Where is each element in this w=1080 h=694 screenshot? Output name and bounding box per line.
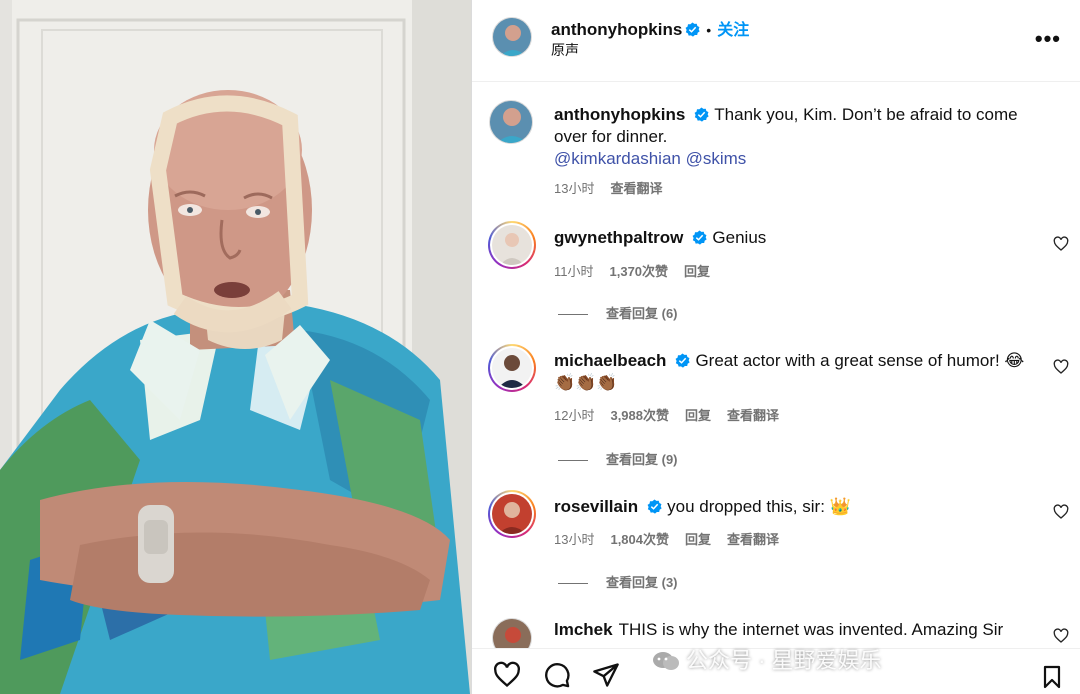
comment-username[interactable]: rosevillain: [554, 497, 638, 516]
commenter-avatar[interactable]: [492, 618, 532, 648]
view-replies[interactable]: 查看回复 (6): [558, 303, 678, 322]
replies-divider: [558, 460, 588, 462]
caption-time[interactable]: 13小时: [554, 181, 594, 196]
caption-avatar[interactable]: [489, 100, 533, 144]
comment-username[interactable]: lmchek: [554, 620, 613, 639]
caption: anthonyhopkins Thank you, Kim. Don’t be a…: [472, 96, 1080, 206]
view-replies-label: 查看回复 (3): [606, 575, 678, 590]
comment-time[interactable]: 11小时: [554, 264, 594, 279]
wechat-logo-icon: [653, 652, 679, 670]
comment-time[interactable]: 12小时: [554, 408, 594, 423]
comment-text-block: rosevillain you dropped this, sir: 👑: [554, 496, 1044, 518]
translate-link[interactable]: 查看翻译: [727, 532, 779, 547]
commenter-avatar[interactable]: [488, 221, 536, 269]
post-photo[interactable]: [0, 0, 471, 694]
comment-time[interactable]: 13小时: [554, 532, 594, 547]
photo-image: [0, 0, 471, 694]
follow-button[interactable]: 关注: [717, 22, 749, 39]
bookmark-icon[interactable]: [1040, 663, 1064, 691]
comment-username[interactable]: michaelbeach: [554, 351, 666, 370]
comment-text-block: lmchek THIS is why the internet was inven…: [554, 619, 1044, 641]
view-replies[interactable]: 查看回复 (3): [558, 572, 678, 591]
separator-dot: •: [706, 22, 712, 38]
like-heart-icon[interactable]: [1053, 236, 1069, 252]
comment-meta: 11小时 1,370次赞 回复: [554, 261, 726, 280]
translate-link[interactable]: 查看翻译: [727, 408, 779, 423]
like-heart-icon[interactable]: [1053, 628, 1069, 644]
comment-text-line2: 👏🏾👏🏾👏🏾: [554, 373, 618, 392]
caption-translate-link[interactable]: 查看翻译: [610, 181, 662, 196]
author-avatar-image: [493, 18, 531, 56]
comment-meta: 13小时 1,804次赞 回复 查看翻译: [554, 529, 795, 548]
verified-icon: [676, 353, 691, 368]
watermark-text: 公众号 · 星野爱娱乐: [686, 648, 882, 673]
post-header: anthonyhopkins • 关注 原声 •••: [472, 0, 1080, 82]
reply-button[interactable]: 回复: [685, 532, 711, 547]
comment-text: Great actor with a great sense of humor!…: [695, 351, 1025, 370]
verified-icon: [647, 499, 662, 514]
reply-button[interactable]: 回复: [685, 408, 711, 423]
comment-item: gwynethpaltrow Genius 11小时 1,370次赞 回复 查看回复 …: [472, 218, 1080, 328]
author-username[interactable]: anthonyhopkins: [551, 20, 682, 39]
more-options-icon[interactable]: •••: [1035, 26, 1061, 52]
commenter-avatar-image: [493, 619, 531, 648]
share-icon[interactable]: [591, 661, 621, 689]
verified-icon: [692, 230, 708, 245]
comment-likes[interactable]: 1,804次赞: [610, 532, 669, 547]
author-avatar[interactable]: [492, 17, 532, 57]
commenter-avatar[interactable]: [488, 344, 536, 392]
commenter-avatar[interactable]: [488, 490, 536, 538]
author-line: anthonyhopkins • 关注: [551, 16, 749, 40]
reply-button[interactable]: 回复: [684, 264, 710, 279]
comment-username[interactable]: gwynethpaltrow: [554, 228, 683, 247]
like-heart-icon[interactable]: [1053, 504, 1069, 520]
verified-icon: [694, 107, 709, 122]
comment-likes[interactable]: 1,370次赞: [610, 264, 669, 279]
caption-text-block: anthonyhopkins Thank you, Kim. Don’t be a…: [554, 104, 1044, 170]
comment-text: THIS is why the internet was invented. A…: [618, 620, 1004, 639]
watermark: 公众号 · 星野爱娱乐: [652, 643, 882, 675]
like-heart-icon[interactable]: [1053, 359, 1069, 375]
view-replies[interactable]: 查看回复 (9): [558, 449, 678, 468]
verified-icon: [685, 22, 700, 37]
like-icon[interactable]: [492, 661, 522, 689]
replies-divider: [558, 583, 588, 585]
comment-text: Genius: [712, 228, 767, 247]
comment-icon[interactable]: [542, 661, 572, 689]
comment-meta: 12小时 3,988次赞 回复 查看翻译: [554, 405, 795, 424]
caption-avatar-image: [490, 101, 532, 143]
comment-item: rosevillain you dropped this, sir: 👑 13小时…: [472, 487, 1080, 597]
view-replies-label: 查看回复 (6): [606, 306, 678, 321]
commenter-avatar-image: [492, 225, 532, 265]
caption-mentions[interactable]: @kimkardashian @skims: [554, 149, 746, 168]
comment-text: you dropped this, sir: 👑: [667, 497, 851, 516]
replies-divider: [558, 314, 588, 316]
view-replies-label: 查看回复 (9): [606, 452, 678, 467]
caption-username[interactable]: anthonyhopkins: [554, 105, 685, 124]
comments-panel: anthonyhopkins • 关注 原声 ••• anthonyhopkins T…: [471, 0, 1080, 694]
caption-meta: 13小时 查看翻译: [554, 178, 678, 197]
commenter-avatar-image: [492, 494, 532, 534]
commenter-avatar-image: [492, 348, 532, 388]
comment-text-block: gwynethpaltrow Genius: [554, 227, 1044, 249]
comment-text-block: michaelbeach Great actor with a great sen…: [554, 350, 1044, 394]
comment-likes[interactable]: 3,988次赞: [610, 408, 669, 423]
audio-label[interactable]: 原声: [551, 40, 579, 60]
comment-item: michaelbeach Great actor with a great sen…: [472, 341, 1080, 468]
